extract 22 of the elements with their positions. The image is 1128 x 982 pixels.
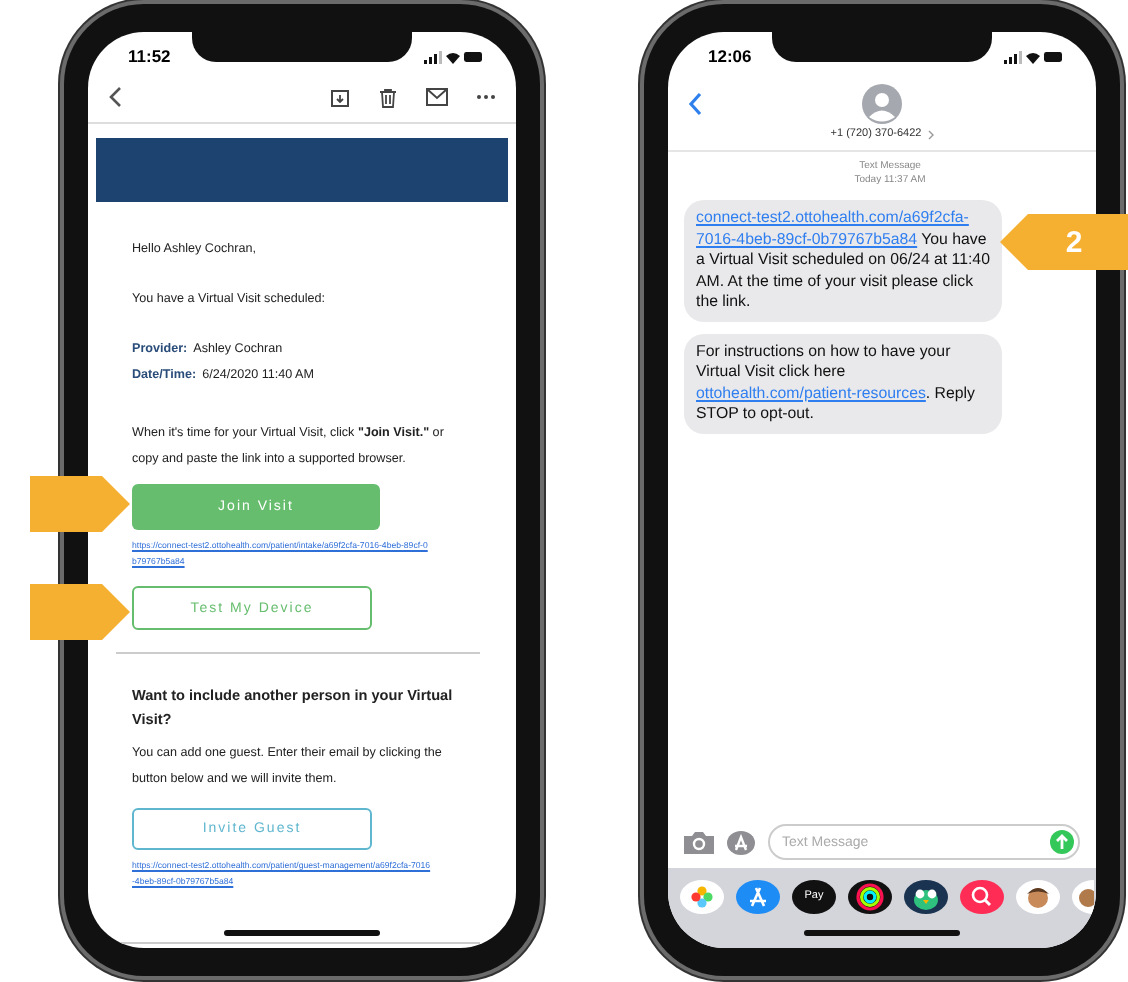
- rings-icon[interactable]: [848, 879, 892, 913]
- status-time: 12:06: [708, 46, 752, 66]
- app-store-icon[interactable]: [736, 879, 780, 913]
- app-store-icon[interactable]: [726, 829, 756, 855]
- camera-icon[interactable]: [684, 830, 714, 854]
- status-icons: [1004, 49, 1064, 63]
- search-icon[interactable]: [960, 879, 1004, 913]
- back-icon[interactable]: [688, 92, 702, 116]
- bird-icon[interactable]: [904, 879, 948, 913]
- status-time: 11:52: [128, 46, 171, 66]
- contact-avatar-icon: [862, 84, 902, 124]
- figure-icon[interactable]: [1016, 879, 1060, 913]
- mail-icon[interactable]: [426, 88, 448, 106]
- back-icon[interactable]: [108, 86, 122, 108]
- more-icon[interactable]: [476, 94, 496, 100]
- trash-icon[interactable]: [378, 87, 398, 107]
- status-icons: [424, 49, 484, 63]
- chevron-icon: [927, 129, 934, 139]
- archive-icon[interactable]: [330, 87, 350, 107]
- arrow-icon: [30, 584, 130, 640]
- flower-icon[interactable]: [680, 879, 724, 913]
- arrow-icon: [30, 476, 130, 532]
